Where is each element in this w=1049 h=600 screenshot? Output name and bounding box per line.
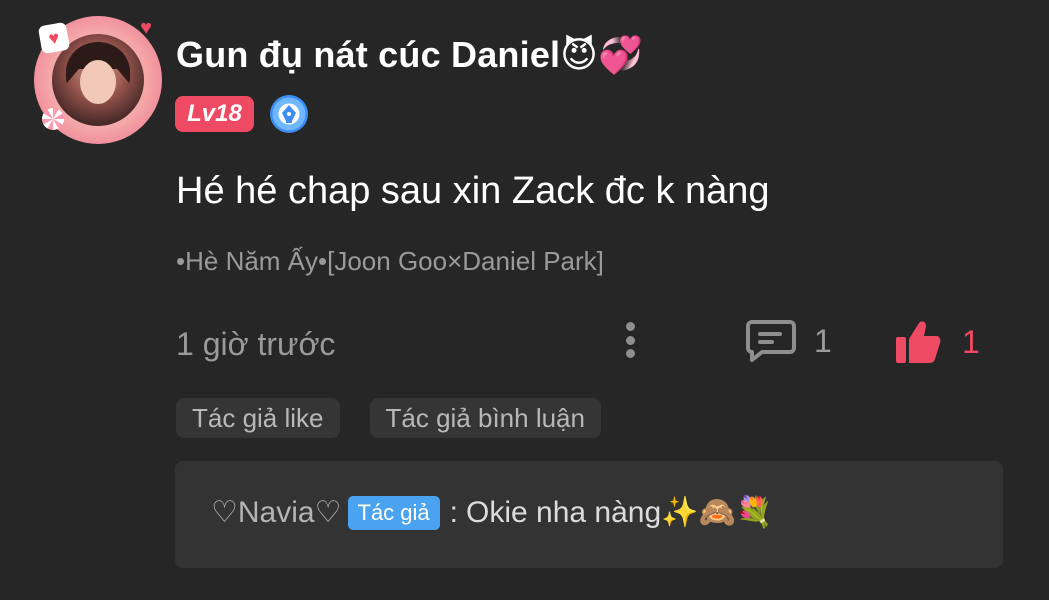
reply-separator: : [449, 495, 458, 529]
avatar[interactable]: ♥ ♥ [34, 16, 162, 144]
comment-bubble-icon [746, 320, 796, 362]
comment-card: ♥ ♥ Gun đụ nát cúc Daniel😈💞 Lv18 Hé hé c… [0, 0, 1049, 600]
reply-line: ♡Navia♡ Tác giả : Okie nha nàng✨🙈💐 [211, 495, 773, 530]
author-reply-box[interactable]: ♡Navia♡ Tác giả : Okie nha nàng✨🙈💐 [175, 461, 1003, 568]
tag-author-commented: Tác giả bình luận [369, 398, 601, 438]
more-button[interactable] [616, 318, 644, 362]
pen-nib-icon [282, 105, 296, 123]
author-badge: Tác giả [347, 495, 440, 530]
lollipop-icon [42, 108, 64, 130]
more-dot [625, 335, 635, 345]
avatar-face [80, 60, 116, 104]
heart-icon: ♥ [37, 21, 71, 55]
tag-author-liked: Tác giả like [176, 398, 340, 438]
reply-text: Okie nha nàng✨🙈💐 [466, 496, 774, 529]
author-interaction-tags: Tác giả like Tác giả bình luận [176, 398, 601, 438]
heart-icon: ♥ [140, 17, 152, 39]
more-vertical-icon [625, 322, 635, 331]
comment-text: Hé hé chap sau xin Zack đc k nàng [176, 170, 770, 212]
reply-button[interactable]: 1 [746, 318, 832, 364]
level-badge: Lv18 [175, 96, 254, 132]
like-count: 1 [962, 323, 980, 360]
user-badges: Lv18 [175, 95, 308, 133]
reply-author[interactable]: ♡Navia♡ [211, 495, 342, 530]
username[interactable]: Gun đụ nát cúc Daniel😈💞 [176, 34, 643, 76]
pen-nib-badge-icon[interactable] [270, 95, 308, 133]
reply-count: 1 [814, 322, 832, 359]
story-title-link[interactable]: •Hè Năm Ấy•[Joon Goo×Daniel Park] [176, 246, 604, 277]
like-button[interactable]: 1 [894, 318, 980, 366]
timestamp: 1 giờ trước [176, 326, 336, 362]
more-dot [625, 349, 635, 358]
comment-actions: 1 giờ trước 1 1 [176, 318, 996, 370]
thumbs-up-icon [896, 321, 941, 363]
